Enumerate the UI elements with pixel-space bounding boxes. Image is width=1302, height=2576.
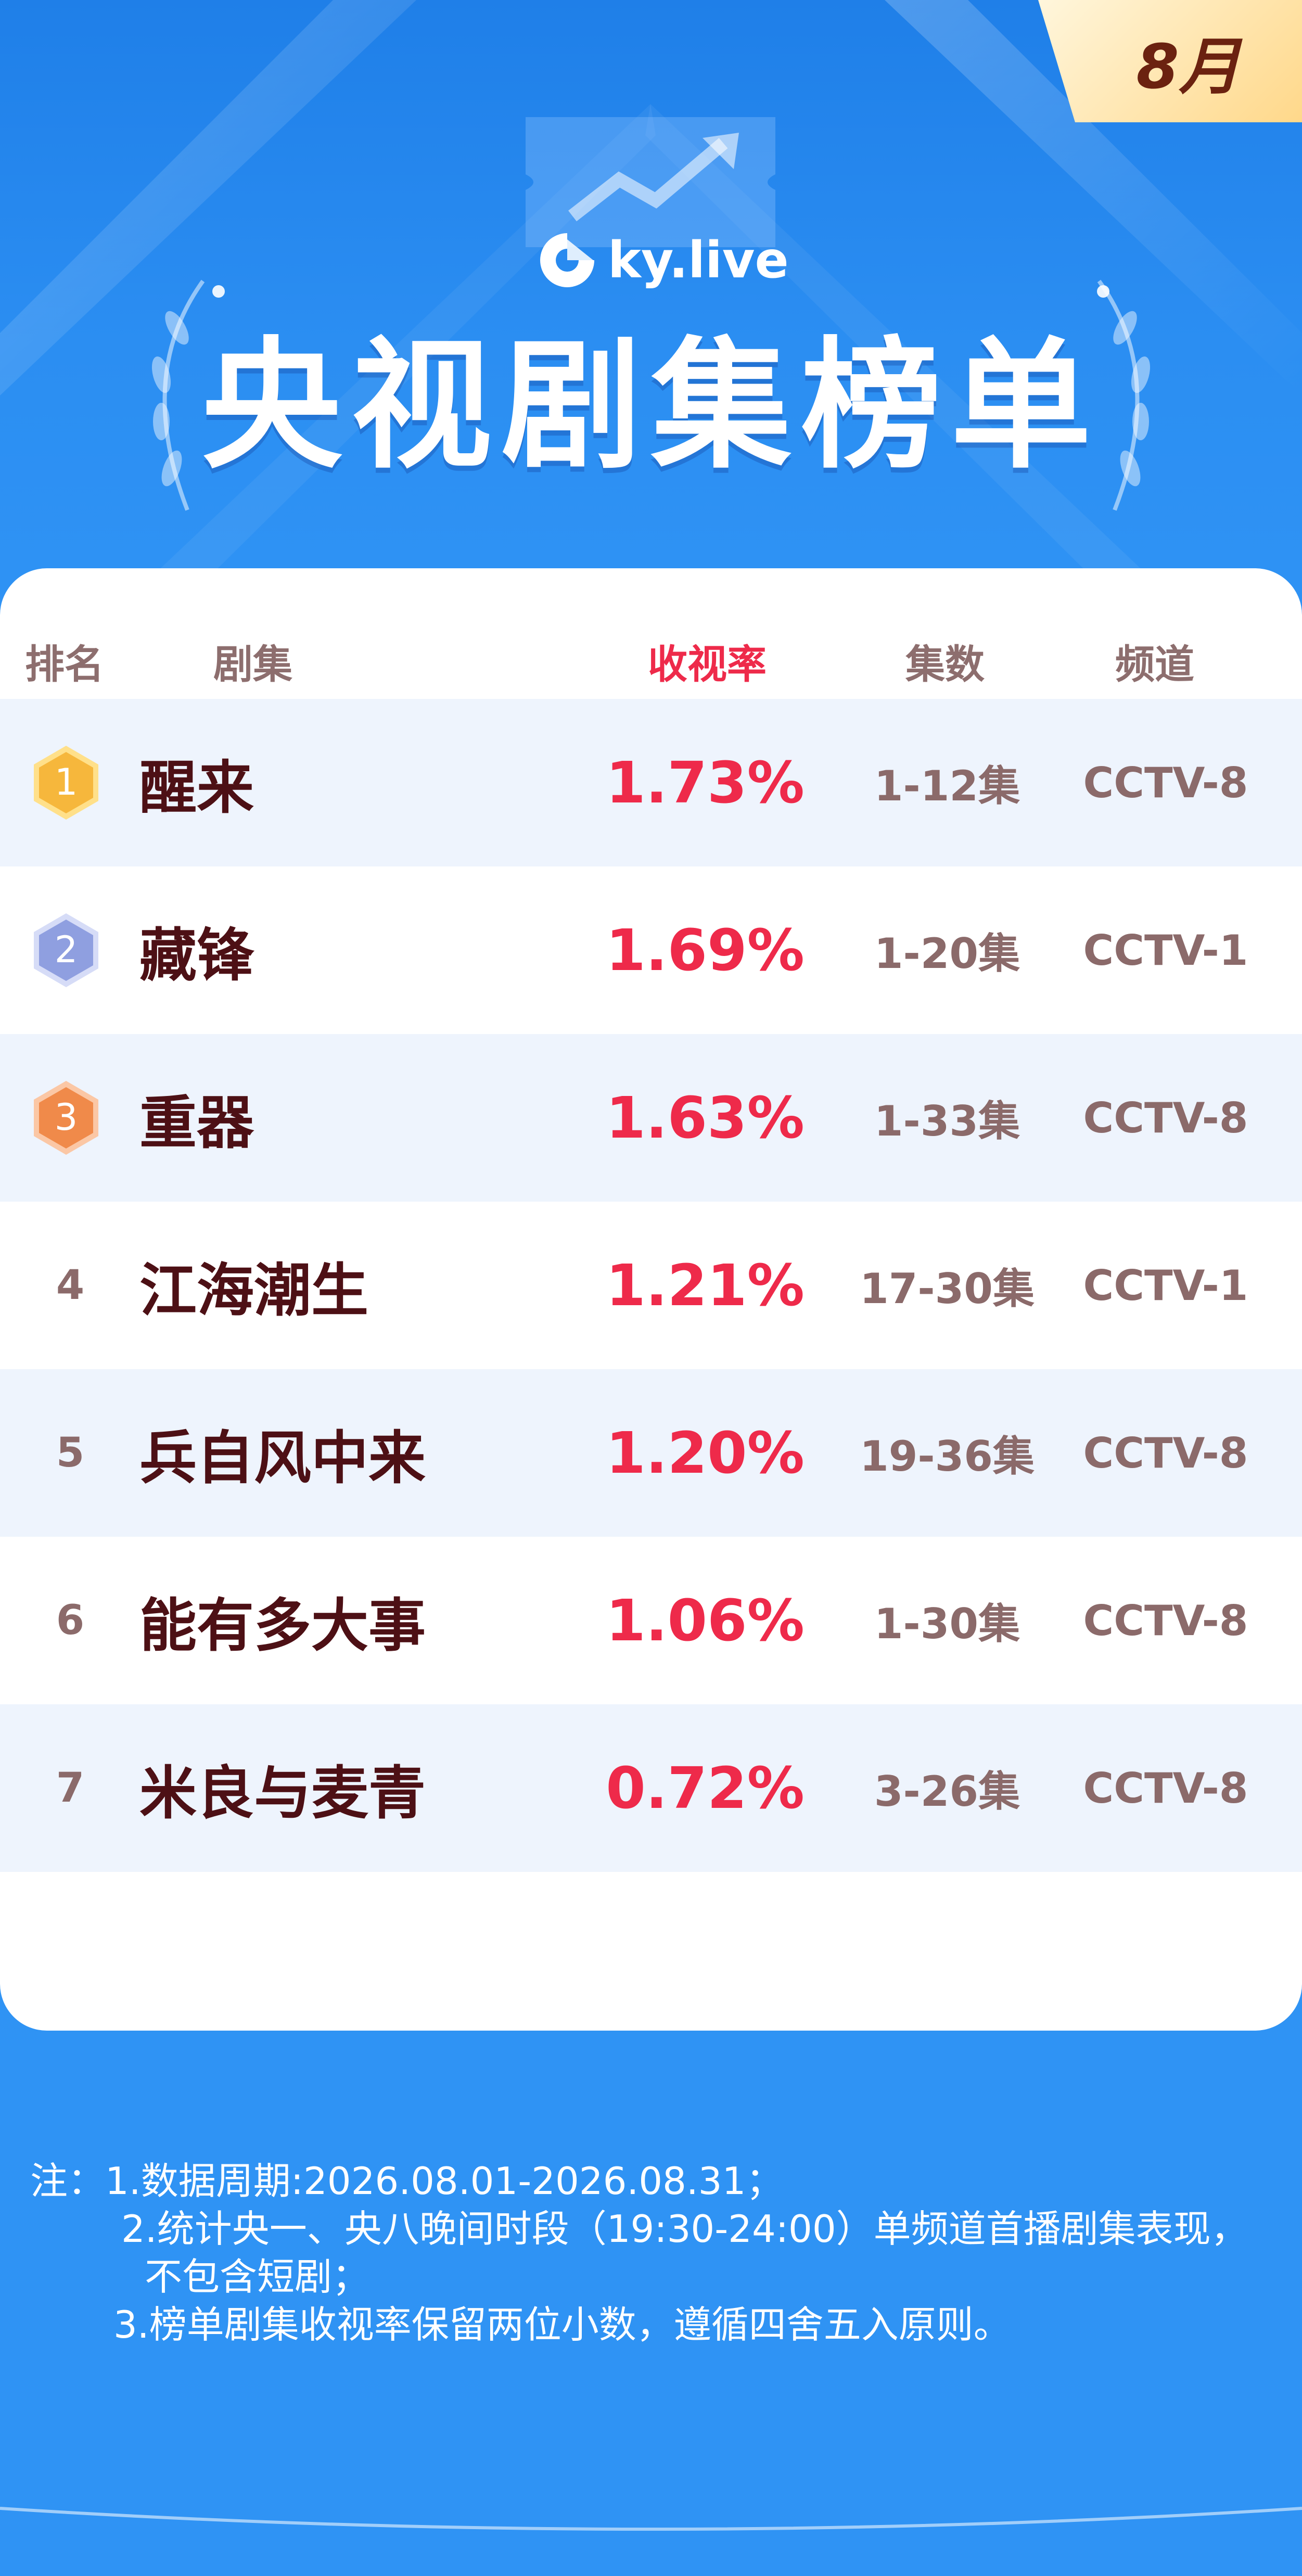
- footer-decoration: [0, 2507, 1302, 2531]
- drama-name: 江海潮生: [139, 1257, 368, 1324]
- rank-number: 4: [56, 1262, 85, 1309]
- rank-number: 7: [56, 1765, 85, 1812]
- episodes-value: 3-26集: [874, 1767, 1020, 1816]
- episodes-value: 17-30集: [860, 1265, 1035, 1313]
- drama-name: 重器: [139, 1090, 254, 1156]
- header-rating: 收视率: [648, 641, 767, 687]
- medal-rank-label: 2: [55, 928, 78, 971]
- note-line-1: 注：1.数据周期:2026.08.01-2026.08.31；: [30, 2159, 784, 2203]
- table-row: 7 米良与麦青 0.72% 3-26集 CCTV-8: [0, 1704, 1302, 1872]
- medal-rank-label: 1: [55, 761, 78, 804]
- episodes-value: 1-20集: [874, 929, 1020, 978]
- note-line-3: 不包含短剧；: [145, 2255, 370, 2299]
- table-row: 4 江海潮生 1.21% 17-30集 CCTV-1: [0, 1202, 1302, 1369]
- channel-value: CCTV-8: [1083, 1429, 1248, 1477]
- silver-medal-icon: 2: [34, 913, 98, 987]
- table-row: 3 重器 1.63% 1-33集 CCTV-8: [0, 1034, 1302, 1202]
- gold-medal-icon: 1: [34, 746, 98, 820]
- page-title: 央视剧集榜单: [201, 324, 1101, 488]
- header-rank: 排名: [25, 641, 104, 687]
- brand-name: ky.live: [608, 231, 789, 289]
- header-channel: 频道: [1115, 641, 1194, 687]
- rating-value: 1.73%: [606, 749, 805, 816]
- rating-value: 1.20%: [606, 1420, 805, 1486]
- channel-value: CCTV-1: [1083, 926, 1248, 975]
- table-row: 1 醒来 1.73% 1-12集 CCTV-8: [0, 699, 1302, 866]
- rating-value: 1.63%: [606, 1085, 805, 1151]
- header-drama: 剧集: [213, 641, 292, 687]
- drama-name: 醒来: [139, 755, 254, 821]
- channel-value: CCTV-8: [1083, 1764, 1248, 1813]
- channel-value: CCTV-8: [1083, 1093, 1248, 1142]
- note-line-2: 2.统计央一、央八晚间时段（19:30-24:00）单频道首播剧集表现，: [121, 2207, 1248, 2251]
- month-badge: 8月: [1038, 0, 1302, 122]
- drama-name: 藏锋: [139, 922, 254, 989]
- table-row: 6 能有多大事 1.06% 1-30集 CCTV-8: [0, 1537, 1302, 1704]
- header-episodes: 集数: [905, 641, 985, 687]
- rank-number: 5: [56, 1430, 85, 1476]
- episodes-value: 1-33集: [874, 1097, 1020, 1145]
- note-line-4: 3.榜单剧集收视率保留两位小数，遵循四舍五入原则。: [113, 2303, 1011, 2347]
- bronze-medal-icon: 3: [34, 1081, 98, 1155]
- drama-name: 兵自风中来: [139, 1425, 426, 1491]
- episodes-value: 19-36集: [860, 1432, 1035, 1481]
- footnotes: 注：1.数据周期:2026.08.01-2026.08.31； 2.统计央一、央…: [30, 2157, 1290, 2349]
- channel-value: CCTV-8: [1083, 758, 1248, 807]
- rating-value: 1.06%: [606, 1587, 805, 1654]
- medal-rank-label: 3: [55, 1096, 78, 1139]
- table-row: 2 藏锋 1.69% 1-20集 CCTV-1: [0, 866, 1302, 1034]
- drama-name: 米良与麦青: [139, 1760, 426, 1827]
- table-row: 5 兵自风中来 1.20% 19-36集 CCTV-8: [0, 1369, 1302, 1537]
- rating-value: 1.21%: [606, 1252, 805, 1319]
- ky-live-logo-icon: [540, 233, 594, 287]
- channel-value: CCTV-1: [1083, 1261, 1248, 1310]
- episodes-value: 1-12集: [874, 762, 1020, 810]
- channel-value: CCTV-8: [1083, 1596, 1248, 1645]
- episodes-value: 1-30集: [874, 1600, 1020, 1648]
- drama-name: 能有多大事: [139, 1592, 426, 1659]
- rating-value: 1.69%: [606, 917, 805, 984]
- month-label: 8月: [1136, 31, 1241, 103]
- brand: ky.live: [536, 224, 789, 297]
- rank-number: 6: [56, 1597, 85, 1644]
- rating-value: 0.72%: [606, 1755, 805, 1821]
